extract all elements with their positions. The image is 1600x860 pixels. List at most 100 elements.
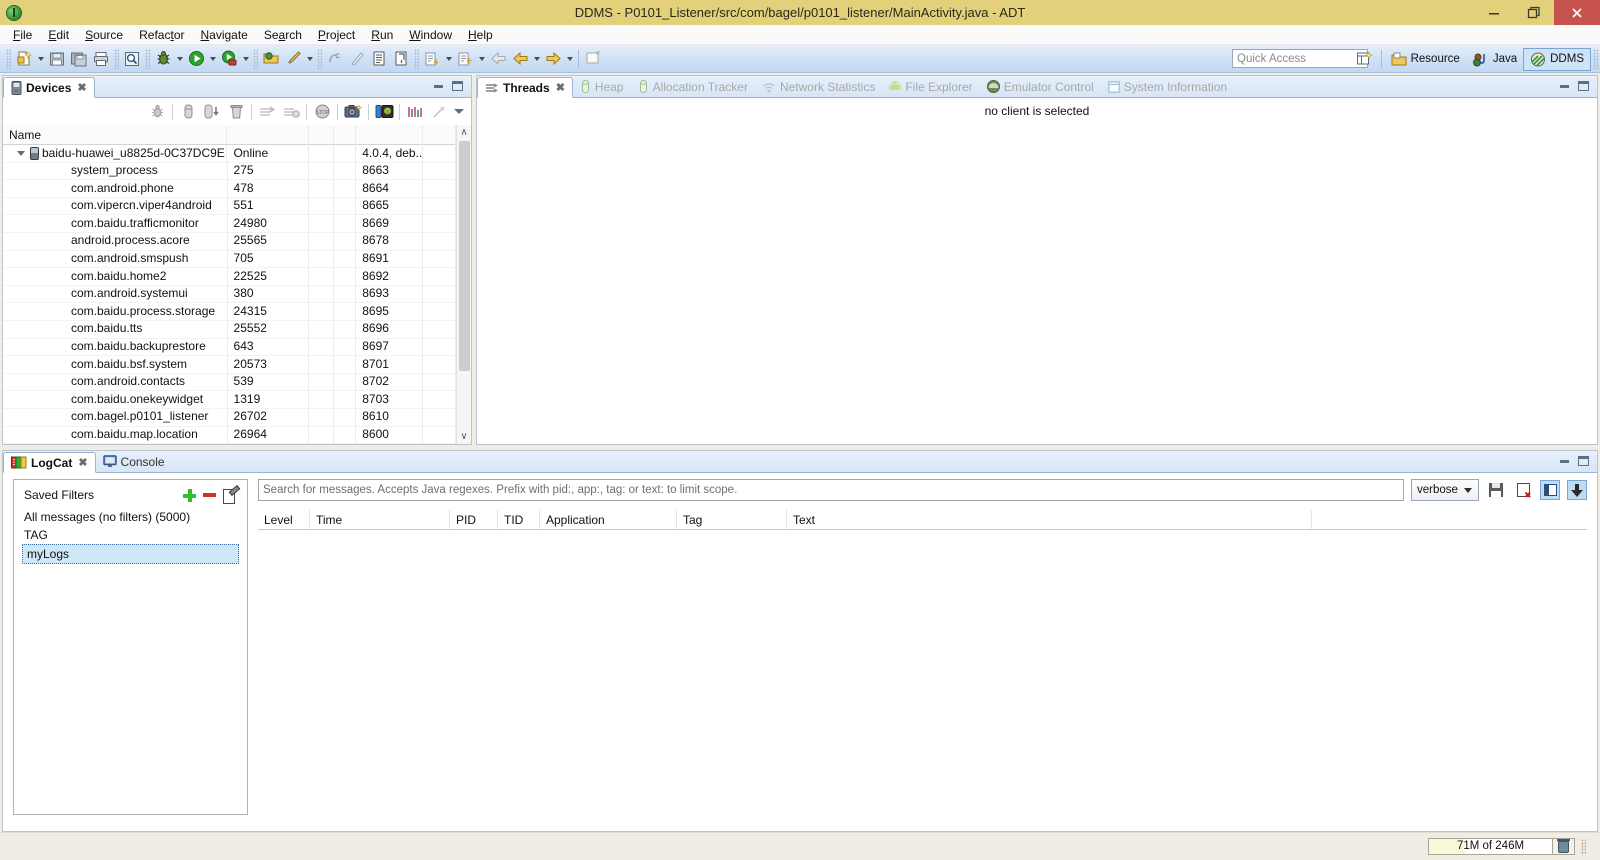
col-header-name[interactable]: Name (3, 125, 228, 145)
process-name-cell[interactable]: com.baidu.trafficmonitor (3, 214, 228, 233)
process-name-cell[interactable]: com.baidu.onekeywidget (3, 390, 228, 409)
open-type-icon[interactable] (260, 48, 282, 70)
logcat-maximize-icon[interactable] (1578, 456, 1589, 467)
menu-search[interactable]: Search (256, 26, 310, 44)
col-header-build[interactable] (356, 125, 424, 145)
devices-scroll-up-arrow[interactable]: ∧ (457, 125, 472, 140)
tab-file-explorer[interactable]: File Explorer (882, 76, 979, 97)
new-java-class-icon[interactable]: C (324, 48, 346, 70)
perspective-grip[interactable] (1593, 49, 1598, 69)
update-threads-icon[interactable] (255, 101, 279, 123)
save-log-icon[interactable] (1486, 480, 1506, 500)
screen-capture-icon[interactable] (341, 101, 365, 123)
process-name-cell[interactable]: com.baidu.bsf.system (3, 355, 228, 374)
toggle-mark-occurrences-icon[interactable] (368, 48, 390, 70)
android-sdk-manager-icon[interactable] (282, 48, 304, 70)
col-header-text[interactable]: Text (787, 510, 1312, 530)
process-name-cell[interactable]: com.baidu.home2 (3, 267, 228, 286)
col-header-tag[interactable]: Tag (677, 510, 787, 530)
debug-process-icon[interactable] (145, 101, 169, 123)
devices-maximize-icon[interactable] (452, 81, 463, 91)
save-icon[interactable] (46, 48, 68, 70)
java-editor-icon[interactable] (346, 48, 368, 70)
scroll-lock-icon[interactable] (1567, 480, 1587, 501)
menu-refactor[interactable]: Refactor (131, 26, 192, 44)
process-row[interactable]: com.android.phone 478 8664 (3, 179, 456, 198)
tab-devices-close-icon[interactable]: ✖ (77, 81, 86, 94)
perspective-resource[interactable]: Resource (1385, 48, 1466, 71)
process-row[interactable]: com.baidu.home2 22525 8692 (3, 267, 456, 286)
debug-icon[interactable] (152, 48, 174, 70)
toolbar-grip-4[interactable] (253, 48, 258, 69)
start-method-profiling-icon[interactable] (279, 101, 303, 123)
edit-filter-icon[interactable] (223, 488, 237, 504)
cause-gc-icon[interactable] (224, 101, 248, 123)
tab-allocation-tracker[interactable]: Allocation Tracker (631, 76, 755, 97)
process-row[interactable]: com.android.contacts 539 8702 (3, 373, 456, 392)
toolbar-grip-6[interactable] (414, 48, 419, 69)
process-name-cell[interactable]: com.android.smspush (3, 250, 228, 268)
process-name-cell[interactable]: com.android.contacts (3, 373, 228, 391)
menu-source[interactable]: Source (77, 26, 131, 44)
toolbar-grip[interactable] (6, 48, 11, 69)
col-header-level[interactable]: Level (258, 510, 310, 530)
menu-run[interactable]: Run (363, 26, 401, 44)
back-icon[interactable] (487, 48, 509, 70)
add-filter-icon[interactable] (183, 488, 196, 502)
process-row[interactable]: com.baidu.tts 25552 8696 (3, 320, 456, 339)
col-header-application[interactable]: Application (540, 510, 677, 530)
tab-network-statistics[interactable]: Network Statistics (755, 76, 882, 97)
new-wizard-dropdown-arrow[interactable] (35, 48, 46, 70)
perspective-ddms[interactable]: DDMS (1523, 47, 1591, 71)
forward-icon[interactable] (542, 48, 564, 70)
tab-devices[interactable]: Devices ✖ (3, 77, 95, 98)
devices-view-menu-icon[interactable] (451, 101, 467, 123)
run-coverage-dropdown-arrow[interactable] (240, 48, 251, 70)
perspective-java[interactable]: Java (1466, 48, 1523, 71)
threads-minimize-icon[interactable] (1560, 84, 1569, 88)
menu-project[interactable]: Project (310, 26, 363, 44)
process-row[interactable]: com.baidu.backuprestore 643 8697 (3, 338, 456, 357)
search-icon[interactable] (121, 48, 143, 70)
back-dropdown-arrow[interactable] (531, 48, 542, 70)
status-bar-grip[interactable] (1581, 838, 1586, 855)
next-annotation-icon[interactable] (421, 48, 443, 70)
update-heap-icon[interactable] (176, 101, 200, 123)
forward-back-icon[interactable] (509, 48, 531, 70)
heap-usage-bar[interactable]: 71M of 246M (1428, 838, 1553, 855)
col-header-6[interactable] (423, 125, 456, 145)
process-name-cell[interactable]: com.android.phone (3, 179, 228, 198)
tab-console[interactable]: Console (96, 451, 172, 472)
saved-filter-item[interactable]: myLogs (22, 544, 239, 565)
debug-dropdown-arrow[interactable] (174, 48, 185, 70)
process-row[interactable]: system_process 275 8663 (3, 162, 456, 181)
col-header-time[interactable]: Time (310, 510, 450, 530)
expand-collapse-icon[interactable] (15, 151, 27, 156)
stop-process-icon[interactable]: STOP (310, 101, 334, 123)
process-name-cell[interactable]: com.vipercn.viper4android (3, 197, 228, 215)
menu-file[interactable]: FFileile (5, 26, 40, 44)
quick-access-input[interactable]: Quick Access (1232, 49, 1368, 68)
toolbar-grip-3[interactable] (145, 48, 150, 69)
col-header-3[interactable] (309, 125, 335, 145)
logcat-minimize-icon[interactable] (1560, 459, 1569, 463)
menu-window[interactable]: Window (401, 26, 460, 44)
process-row[interactable]: com.baidu.trafficmonitor 24980 8669 (3, 214, 456, 233)
tab-emulator-control[interactable]: Emulator Control (980, 76, 1101, 97)
dump-view-hierarchy-icon[interactable] (372, 101, 396, 123)
minimize-window-button[interactable] (1474, 0, 1514, 25)
device-row[interactable]: baidu-huawei_u8825d-0C37DC9E Online 4.0.4,… (3, 145, 456, 163)
previous-annotation-icon[interactable] (454, 48, 476, 70)
maximize-window-button[interactable] (1514, 0, 1554, 25)
logcat-level-select[interactable]: verbose (1411, 479, 1479, 502)
devices-scroll-thumb[interactable] (458, 141, 470, 371)
remove-filter-icon[interactable] (203, 493, 216, 498)
process-row[interactable]: com.android.systemui 380 8693 (3, 285, 456, 304)
last-edit-icon[interactable] (582, 48, 604, 70)
previous-annotation-dropdown-arrow[interactable] (476, 48, 487, 70)
dump-hprof-icon[interactable] (200, 101, 224, 123)
process-name-cell[interactable]: com.android.systemui (3, 285, 228, 303)
process-name-cell[interactable]: system_process (3, 162, 228, 180)
tab-heap[interactable]: Heap (573, 76, 631, 97)
process-row[interactable]: com.vipercn.viper4android 551 8665 (3, 197, 456, 216)
